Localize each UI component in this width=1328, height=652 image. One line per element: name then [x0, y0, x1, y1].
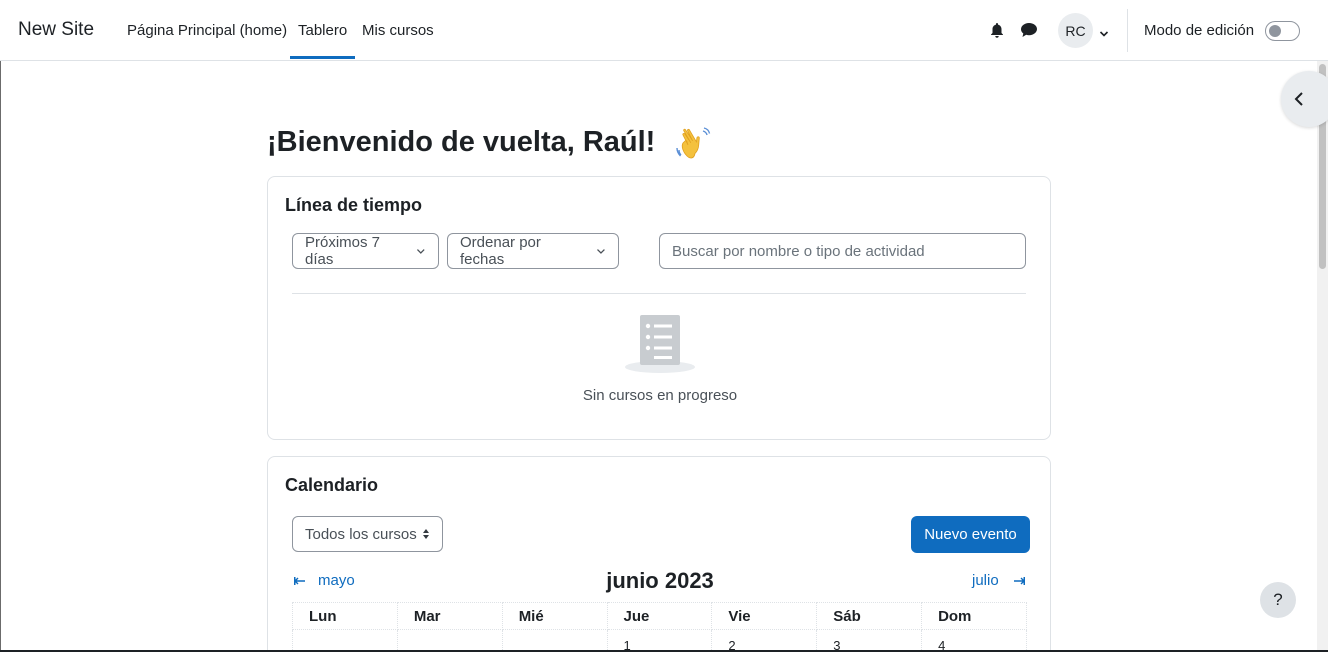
chevron-left-icon: [1294, 92, 1303, 106]
sort-arrows-icon: [423, 529, 429, 539]
timeline-sort-dropdown[interactable]: Ordenar por fechas: [447, 233, 619, 269]
help-button[interactable]: ?: [1260, 582, 1296, 618]
calendar-day-cell: [396, 629, 503, 652]
weekday-header: Dom: [921, 602, 1027, 630]
top-navbar: New Site Página Principal (home) Tablero…: [0, 0, 1328, 61]
waving-hand-icon: [675, 126, 711, 167]
next-month-link[interactable]: julio: [972, 572, 1025, 589]
timeline-empty-message: Sin cursos en progreso: [582, 387, 738, 404]
current-month: junio 2023: [606, 568, 714, 593]
nav-link-my-courses[interactable]: Mis cursos: [362, 22, 434, 39]
bell-icon[interactable]: [987, 20, 1007, 40]
new-event-button[interactable]: Nuevo evento: [911, 516, 1030, 553]
weekday-header: Lun: [292, 602, 398, 630]
calendar-day-cell[interactable]: 2: [711, 629, 818, 652]
timeline-divider: [292, 293, 1026, 294]
calendar-day-cell[interactable]: 1: [606, 629, 713, 652]
timeline-sort-label: Ordenar por fechas: [460, 234, 541, 268]
timeline-filter-label: Próximos 7 días: [305, 234, 381, 268]
calendar-week-row: 1 2 3 4: [292, 629, 1027, 652]
edit-mode-toggle[interactable]: [1265, 21, 1300, 41]
calendar-course-select[interactable]: Todos los cursos: [292, 516, 443, 552]
timeline-title: Línea de tiempo: [285, 195, 423, 215]
calendar-day-cell: [292, 629, 398, 652]
toggle-knob: [1269, 25, 1281, 37]
navbar-divider: [1127, 9, 1128, 52]
timeline-search-input[interactable]: [659, 233, 1026, 269]
calendar-card: Calendario Todos los cursos Nuevo evento…: [267, 456, 1051, 652]
nav-link-home[interactable]: Página Principal (home): [127, 22, 287, 39]
page-title: ¡Bienvenido de vuelta, Raúl!: [267, 126, 656, 158]
weekday-header: Mié: [501, 602, 608, 630]
weekday-header: Sáb: [816, 602, 923, 630]
calendar-title: Calendario: [285, 475, 379, 495]
calendar-day-cell: [501, 629, 608, 652]
open-drawer-button[interactable]: [1281, 71, 1328, 127]
next-month-label: julio: [972, 572, 999, 589]
arrow-right-icon: [1013, 576, 1025, 585]
calendar-day-cell[interactable]: 4: [921, 629, 1027, 652]
page-scrollbar[interactable]: [1317, 61, 1328, 652]
user-avatar[interactable]: RC: [1058, 13, 1093, 48]
nav-link-dashboard[interactable]: Tablero: [289, 22, 356, 59]
chevron-down-icon: [597, 248, 605, 254]
weekday-header: Vie: [711, 602, 818, 630]
timeline-filter-dropdown[interactable]: Próximos 7 días: [292, 233, 439, 269]
site-brand[interactable]: New Site: [18, 19, 94, 41]
weekday-header-row: Lun Mar Mié Jue Vie Sáb Dom: [292, 602, 1027, 630]
chat-bubble-icon[interactable]: [1019, 20, 1039, 40]
calendar-course-label: Todos los cursos: [305, 525, 417, 543]
edit-mode-label: Modo de edición: [1144, 22, 1255, 39]
weekday-header: Mar: [396, 602, 503, 630]
weekday-header: Jue: [606, 602, 713, 630]
empty-list-icon: [624, 313, 696, 380]
calendar-grid: Lun Mar Mié Jue Vie Sáb Dom 1 2 3 4: [292, 602, 1027, 652]
chevron-down-icon[interactable]: [1099, 25, 1109, 43]
timeline-card: Línea de tiempo Próximos 7 días Ordenar …: [267, 176, 1051, 440]
page-left-border: [0, 61, 1, 652]
calendar-day-cell[interactable]: 3: [816, 629, 923, 652]
chevron-down-icon: [417, 248, 426, 254]
